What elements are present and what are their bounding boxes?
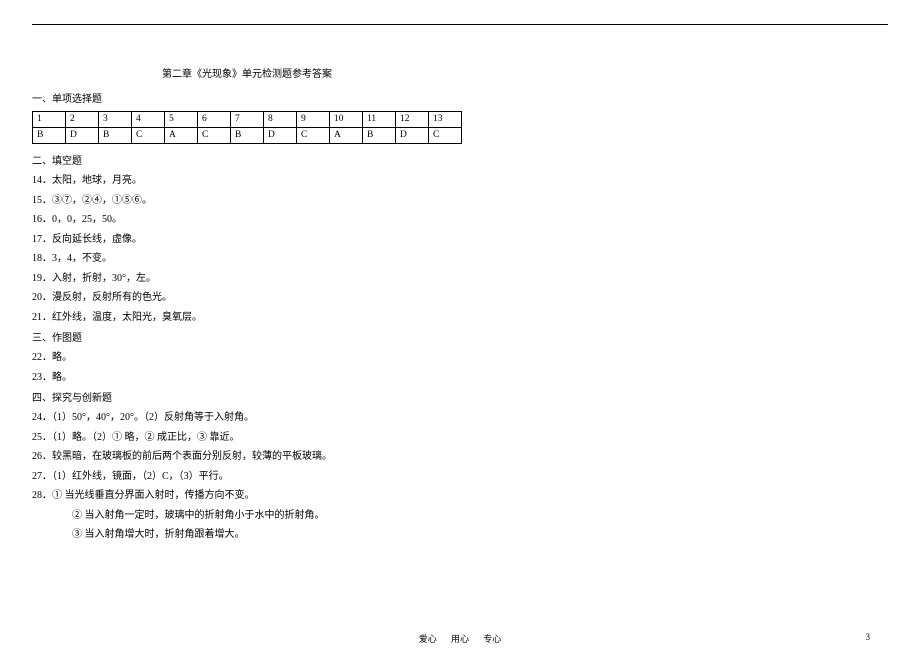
answer-line-indented: ③ 当入射角增大时，折射角跟着增大。 [32,527,888,543]
table-row: B D B C A C B D C A B D C [33,128,462,144]
section-1-heading: 一、单项选择题 [32,90,888,105]
table-cell: 12 [396,112,429,128]
table-cell: 9 [297,112,330,128]
page-number: 3 [866,632,871,642]
table-cell: 2 [66,112,99,128]
answer-line: 19．入射，折射，30°，左。 [32,271,888,287]
table-cell: 1 [33,112,66,128]
answer-line: 21．红外线，温度，太阳光，臭氧层。 [32,310,888,326]
document-title: 第二章《光现象》单元检测题参考答案 [32,65,888,80]
table-cell: B [33,128,66,144]
answer-line: 20．漫反射，反射所有的色光。 [32,290,888,306]
footer-word: 爱心 [419,634,437,644]
answer-line-indented: ② 当入射角一定时，玻璃中的折射角小于水中的折射角。 [32,508,888,524]
table-cell: B [363,128,396,144]
answer-line: 18．3，4，不变。 [32,251,888,267]
multiple-choice-answer-table: 1 2 3 4 5 6 7 8 9 10 11 12 13 B D B C A … [32,111,462,144]
footer-word: 专心 [483,634,501,644]
answer-line: 28．① 当光线垂直分界面入射时，传播方向不变。 [32,488,888,504]
table-cell: 4 [132,112,165,128]
table-cell: 6 [198,112,231,128]
answer-line: 16．0，0，25，50。 [32,212,888,228]
table-cell: C [132,128,165,144]
answer-line: 27．（1）红外线，镜面，（2）C，（3）平行。 [32,469,888,485]
answer-line: 23．略。 [32,370,888,386]
section-2-heading: 二、填空题 [32,152,888,167]
table-cell: 7 [231,112,264,128]
footer-motto: 爱心 用心 专心 [413,632,508,645]
table-cell: D [396,128,429,144]
answer-line: 26．较黑暗，在玻璃板的前后两个表面分别反射，较薄的平板玻璃。 [32,449,888,465]
table-cell: C [297,128,330,144]
table-cell: 11 [363,112,396,128]
table-cell: C [429,128,462,144]
section-3-heading: 三、作图题 [32,329,888,344]
answer-line: 14．太阳，地球，月亮。 [32,173,888,189]
table-cell: 3 [99,112,132,128]
section-4-heading: 四、探究与创新题 [32,389,888,404]
table-row: 1 2 3 4 5 6 7 8 9 10 11 12 13 [33,112,462,128]
table-cell: 5 [165,112,198,128]
top-divider [32,24,888,25]
table-cell: A [330,128,363,144]
table-cell: C [198,128,231,144]
answer-line: 25．（1）略。（2）① 略，② 成正比，③ 靠近。 [32,430,888,446]
table-cell: A [165,128,198,144]
answer-line: 22．略。 [32,350,888,366]
table-cell: D [264,128,297,144]
table-cell: B [99,128,132,144]
footer-word: 用心 [451,634,469,644]
table-cell: 13 [429,112,462,128]
table-cell: 8 [264,112,297,128]
answer-line: 17．反向延长线，虚像。 [32,232,888,248]
answer-line: 24．（1）50°，40°，20°。（2）反射角等于入射角。 [32,410,888,426]
table-cell: D [66,128,99,144]
table-cell: 10 [330,112,363,128]
table-cell: B [231,128,264,144]
answer-line: 15．③⑦，②④，①⑤⑥。 [32,193,888,209]
